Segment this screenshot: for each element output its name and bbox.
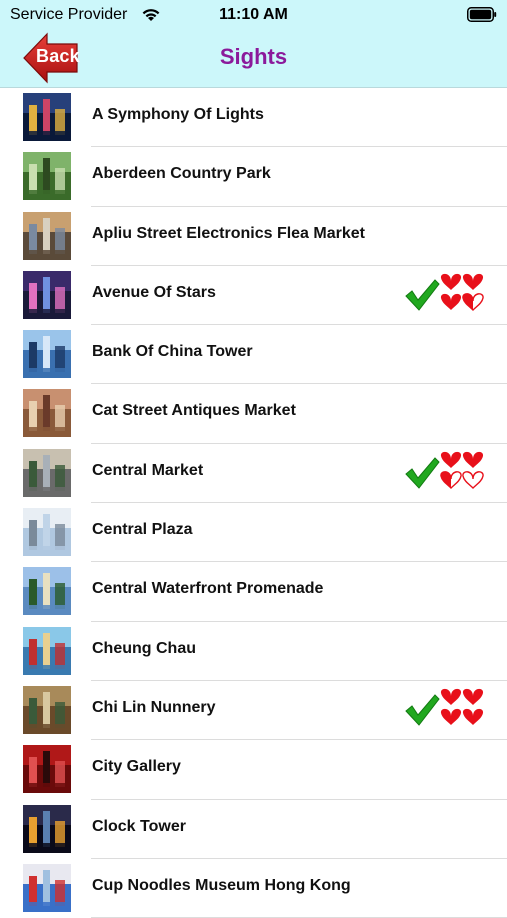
visited-checkmark-icon bbox=[404, 278, 440, 317]
sight-name: Avenue Of Stars bbox=[92, 283, 216, 301]
sight-thumbnail bbox=[23, 330, 71, 379]
list-item[interactable]: Apliu Street Electronics Flea Market bbox=[0, 207, 507, 266]
battery-icon bbox=[467, 7, 497, 27]
sight-name: City Gallery bbox=[92, 758, 181, 776]
sight-thumbnail bbox=[23, 685, 71, 734]
visited-checkmark-icon bbox=[404, 456, 440, 495]
list-item[interactable]: A Symphony Of Lights bbox=[0, 88, 507, 148]
heart-full-icon bbox=[440, 708, 462, 725]
sights-list: A Symphony Of Lights Aberdeen Country Par… bbox=[0, 88, 507, 918]
sight-name: Central Market bbox=[92, 461, 204, 479]
sight-thumbnail bbox=[23, 804, 71, 853]
sight-thumbnail bbox=[23, 152, 71, 201]
heart-full-icon bbox=[462, 708, 484, 725]
sight-thumbnail bbox=[23, 389, 71, 438]
rating-hearts bbox=[440, 687, 486, 731]
sight-thumbnail bbox=[23, 448, 71, 497]
sight-thumbnail bbox=[23, 93, 71, 141]
visited-checkmark-icon bbox=[404, 693, 440, 732]
sight-name: A Symphony Of Lights bbox=[92, 106, 264, 123]
sight-name: Cup Noodles Museum Hong Kong bbox=[92, 876, 351, 894]
sight-name: Apliu Street Electronics Flea Market bbox=[92, 224, 365, 242]
list-item[interactable]: Cat Street Antiques Market bbox=[0, 384, 507, 444]
sight-thumbnail bbox=[23, 508, 71, 557]
heart-full-icon bbox=[462, 451, 484, 468]
sight-name: Clock Tower bbox=[92, 817, 186, 835]
sight-name: Chi Lin Nunnery bbox=[92, 698, 216, 716]
sight-thumbnail bbox=[23, 745, 71, 794]
list-item[interactable]: Cup Noodles Museum Hong Kong bbox=[0, 859, 507, 918]
sight-thumbnail bbox=[23, 863, 71, 912]
page-title: Sights bbox=[219, 44, 288, 69]
sight-name: Aberdeen Country Park bbox=[92, 165, 271, 183]
rating-hearts bbox=[440, 272, 486, 316]
list-item[interactable]: Bank Of China Tower bbox=[0, 325, 507, 385]
list-item[interactable]: Avenue Of Stars bbox=[0, 266, 507, 326]
heart-full-icon bbox=[440, 688, 462, 705]
heart-full-icon bbox=[440, 273, 462, 290]
sight-name: Central Plaza bbox=[92, 521, 193, 539]
heart-full-icon bbox=[462, 688, 484, 705]
sight-thumbnail bbox=[23, 626, 71, 675]
sight-name: Cat Street Antiques Market bbox=[92, 402, 296, 420]
heart-full-icon bbox=[440, 451, 462, 468]
sight-name: Bank Of China Tower bbox=[92, 343, 253, 361]
rating-hearts bbox=[440, 450, 486, 494]
list-item[interactable]: Aberdeen Country Park bbox=[0, 147, 507, 207]
list-item[interactable]: Central Market bbox=[0, 444, 507, 504]
sight-thumbnail bbox=[23, 567, 71, 616]
list-item[interactable]: Central Plaza bbox=[0, 503, 507, 563]
sight-name: Central Waterfront Promenade bbox=[92, 580, 324, 598]
list-item[interactable]: Clock Tower bbox=[0, 800, 507, 859]
heart-full-icon bbox=[440, 293, 462, 310]
clock-label: 11:10 AM bbox=[219, 6, 288, 23]
heart-empty-icon bbox=[462, 470, 484, 489]
sight-thumbnail bbox=[23, 211, 71, 260]
list-item[interactable]: City Gallery bbox=[0, 740, 507, 800]
list-item[interactable]: Cheung Chau bbox=[0, 622, 507, 681]
sight-name: Cheung Chau bbox=[92, 639, 196, 657]
heart-full-icon bbox=[462, 273, 484, 290]
list-item[interactable]: Chi Lin Nunnery bbox=[0, 681, 507, 741]
sight-thumbnail bbox=[23, 270, 71, 319]
navigation-bar: Back Sights bbox=[0, 30, 507, 88]
list-item[interactable]: Central Waterfront Promenade bbox=[0, 562, 507, 622]
status-bar: Service Provider 11:10 AM bbox=[0, 0, 507, 30]
